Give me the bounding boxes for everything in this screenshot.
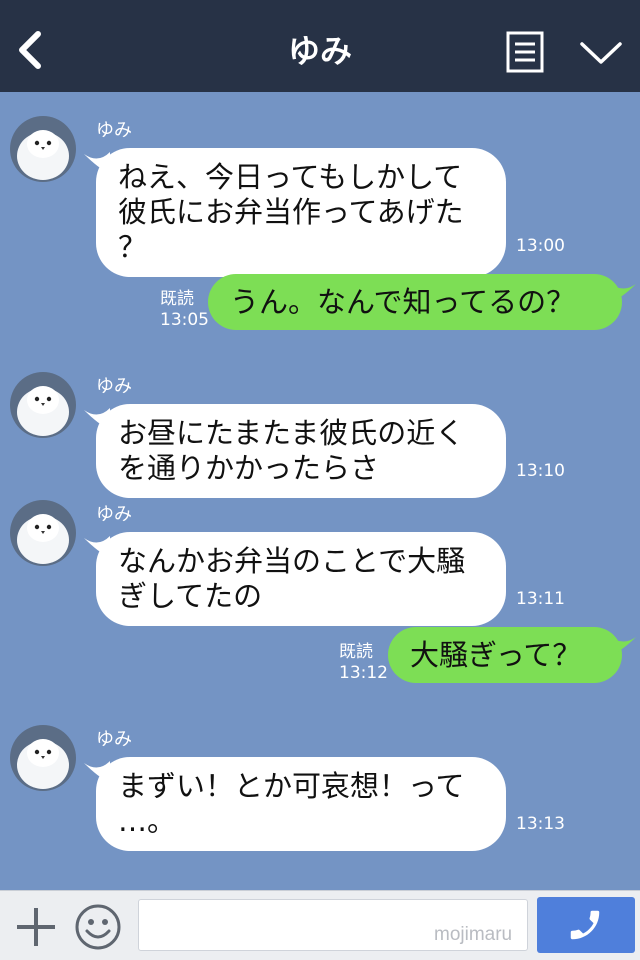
- message-line: …。: [118, 804, 177, 838]
- message-bubble-incoming[interactable]: お昼にたまたま彼氏の近く を通りかかったらさ: [96, 404, 506, 498]
- message-bubble-incoming[interactable]: ねえ、今日ってもしかして 彼氏にお弁当作ってあげた ？: [96, 148, 506, 277]
- bird-avatar-icon: [10, 725, 76, 791]
- message-input-bar: mojimaru: [0, 890, 640, 960]
- phone-icon: [570, 910, 600, 940]
- call-button[interactable]: [537, 897, 635, 953]
- chat-area[interactable]: ゆみ ねえ、今日ってもしかして 彼氏にお弁当作ってあげた ？ 13:00 既読 …: [0, 92, 640, 890]
- message-bubble-outgoing[interactable]: 大騒ぎって？: [388, 627, 622, 683]
- watermark-text: mojimaru: [434, 924, 513, 945]
- read-label: 既読: [339, 642, 373, 662]
- plus-icon[interactable]: [14, 905, 58, 949]
- message-time: 13:13: [516, 814, 565, 834]
- chat-title: ゆみ: [287, 32, 352, 70]
- chevron-down-icon[interactable]: [578, 38, 624, 68]
- message-line: なんかお弁当のことで大騒: [118, 544, 466, 578]
- message-line: ぎしてたの: [118, 579, 263, 613]
- message-time: 13:11: [516, 589, 565, 609]
- read-receipt: 既読 13:05: [160, 289, 209, 331]
- message-time: 13:12: [339, 663, 388, 683]
- bird-avatar-icon: [10, 500, 76, 566]
- bird-avatar-icon: [10, 116, 76, 182]
- message-line: まずい！とか可哀想！って: [118, 769, 465, 803]
- message-line: お昼にたまたま彼氏の近く: [118, 416, 465, 450]
- read-receipt: 既読 13:12: [339, 642, 388, 684]
- avatar[interactable]: [10, 725, 76, 791]
- sender-name: ゆみ: [96, 120, 132, 141]
- message-time: 13:05: [160, 310, 209, 330]
- smiley-face-icon[interactable]: [74, 903, 122, 951]
- message-text: 大騒ぎって？: [410, 637, 582, 672]
- message-bubble-incoming[interactable]: まずい！とか可哀想！って …。: [96, 757, 506, 851]
- bird-avatar-icon: [10, 372, 76, 438]
- message-bubble-outgoing[interactable]: うん。なんで知ってるの？: [208, 274, 622, 330]
- sender-name: ゆみ: [96, 376, 132, 397]
- chat-header: ゆみ: [0, 0, 640, 92]
- avatar[interactable]: [10, 500, 76, 566]
- avatar[interactable]: [10, 372, 76, 438]
- sender-name: ゆみ: [96, 729, 132, 750]
- message-line: ？: [118, 230, 148, 264]
- message-time: 13:10: [516, 461, 565, 481]
- bubble-tail: [608, 282, 636, 304]
- message-bubble-incoming[interactable]: なんかお弁当のことで大騒 ぎしてたの: [96, 532, 506, 626]
- avatar[interactable]: [10, 116, 76, 182]
- message-line: を通りかかったらさ: [118, 451, 380, 485]
- message-line: 彼氏にお弁当作ってあげた: [118, 195, 464, 229]
- message-time: 13:00: [516, 236, 565, 256]
- notes-menu-icon[interactable]: [506, 31, 544, 73]
- sender-name: ゆみ: [96, 504, 132, 525]
- message-text: うん。なんで知ってるの？: [230, 284, 576, 319]
- message-line: ねえ、今日ってもしかして: [118, 160, 463, 194]
- read-label: 既読: [160, 289, 194, 309]
- bubble-tail: [608, 635, 636, 657]
